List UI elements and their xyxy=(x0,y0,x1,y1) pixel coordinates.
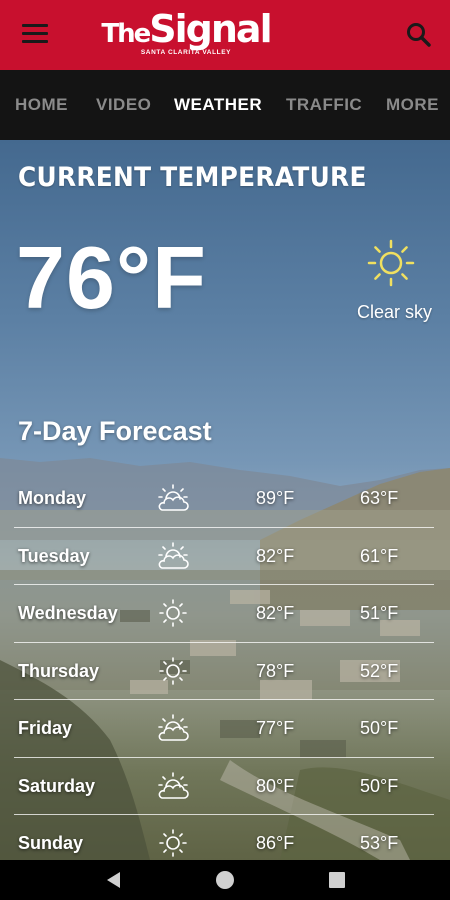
tab-weather[interactable]: WEATHER xyxy=(174,70,262,140)
forecast-title: 7-Day Forecast xyxy=(18,416,212,446)
sun-icon xyxy=(159,599,187,627)
day-name: Friday xyxy=(18,718,73,738)
forecast-row-saturday: Saturday 80°F 50°F xyxy=(0,758,450,816)
day-name: Tuesday xyxy=(18,545,90,566)
day-high-temp: 78°F xyxy=(256,660,295,681)
sun-cloud-icon xyxy=(158,771,189,799)
sun-cloud-icon xyxy=(158,714,189,741)
day-high-temp: 86°F xyxy=(256,833,295,853)
forecast-row-thursday: Thursday 78°F 52°F xyxy=(0,643,450,701)
day-high-temp: 77°F xyxy=(256,718,295,738)
day-high-temp: 89°F xyxy=(256,488,295,508)
tab-traffic[interactable]: TRAFFIC xyxy=(286,70,362,140)
recents-square-icon[interactable] xyxy=(327,869,347,891)
system-navigation-bar xyxy=(0,860,450,900)
current-temperature-value: 76°F xyxy=(16,228,207,327)
forecast-row-tuesday: Tuesday 82°F 61°F xyxy=(0,528,450,586)
day-name: Saturday xyxy=(18,775,96,796)
section-nav: HOME VIDEO WEATHER TRAFFIC MORE xyxy=(0,70,450,140)
site-logo[interactable]: The Signal SANTA CLARITA VALLEY xyxy=(98,10,274,60)
app-header: The Signal SANTA CLARITA VALLEY xyxy=(0,0,450,70)
tab-video[interactable]: VIDEO xyxy=(96,70,151,140)
logo-signal: Signal xyxy=(149,7,272,51)
day-low-temp: 50°F xyxy=(360,718,399,738)
tab-more[interactable]: MORE xyxy=(386,70,439,140)
search-icon[interactable] xyxy=(404,20,434,50)
day-low-temp: 50°F xyxy=(360,775,399,796)
current-temperature-title: CURRENT TEMPERATURE xyxy=(18,162,367,193)
forecast-list: Monday 89°F 63°F Tuesday 82°F 61°F Wedne… xyxy=(0,470,450,860)
logo-the: The xyxy=(101,19,151,49)
forecast-row-sunday: Sunday 86°F 53°F xyxy=(0,815,450,860)
day-low-temp: 51°F xyxy=(360,603,399,623)
day-name: Sunday xyxy=(18,833,84,853)
day-high-temp: 82°F xyxy=(256,545,295,566)
day-low-temp: 63°F xyxy=(360,488,399,508)
back-triangle-icon[interactable] xyxy=(103,869,123,891)
tab-home[interactable]: HOME xyxy=(15,70,68,140)
day-low-temp: 53°F xyxy=(360,833,399,853)
sun-cloud-icon xyxy=(158,541,189,569)
day-low-temp: 52°F xyxy=(360,660,399,681)
day-low-temp: 61°F xyxy=(360,545,399,566)
day-name: Thursday xyxy=(18,660,100,681)
sun-icon xyxy=(366,238,416,288)
forecast-row-friday: Friday 77°F 50°F xyxy=(0,700,450,758)
sun-icon xyxy=(159,829,187,857)
sun-icon xyxy=(159,656,187,685)
home-circle-icon[interactable] xyxy=(214,869,236,891)
day-high-temp: 80°F xyxy=(256,775,295,796)
day-name: Wednesday xyxy=(18,603,118,623)
day-high-temp: 82°F xyxy=(256,603,295,623)
hamburger-menu-icon[interactable] xyxy=(22,24,48,46)
sun-cloud-icon xyxy=(158,484,189,511)
current-condition: Clear sky xyxy=(356,302,432,322)
day-name: Monday xyxy=(18,488,87,508)
forecast-row-monday: Monday 89°F 63°F xyxy=(0,470,450,528)
forecast-row-wednesday: Wednesday 82°F 51°F xyxy=(0,585,450,643)
weather-panel[interactable]: CURRENT TEMPERATURE 76°F Clear sky 7-Day… xyxy=(0,140,450,860)
